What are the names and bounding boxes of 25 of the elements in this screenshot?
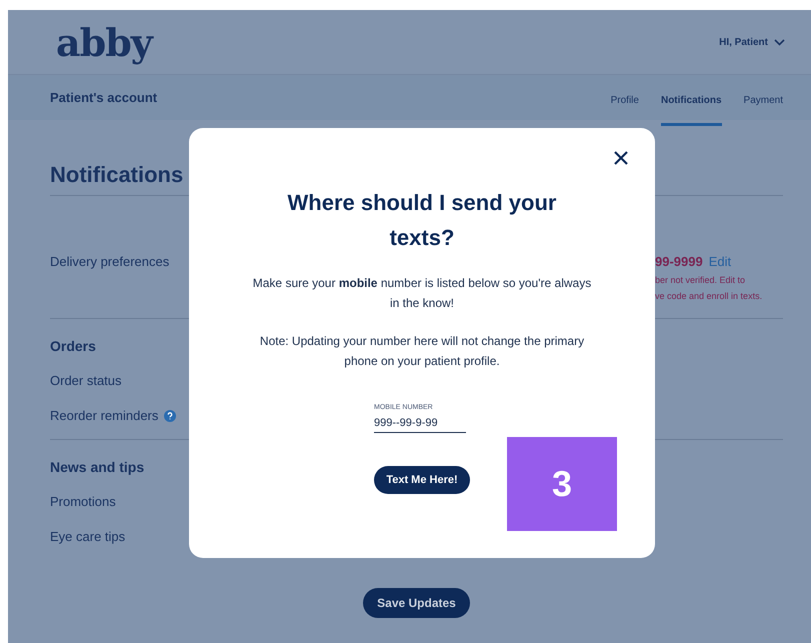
edit-link[interactable]: Edit [708,252,732,272]
phone-number: 99-9999 [655,253,703,271]
nav-tab[interactable]: Notifications [660,75,722,126]
help-icon[interactable] [164,410,176,422]
warning-text: ber not verified. Edit to [655,274,746,287]
logo: abby [56,20,152,64]
setting-label: Eye care tips [50,528,126,546]
nav-tab[interactable]: Payment [744,75,783,126]
mobile-number-field[interactable]: 999--99-9-99 [374,414,466,433]
save-button[interactable]: Save Updates [363,588,470,618]
dialog-note: Note: Updating your number here will not change the primary phone on your patient profile. [258,333,586,370]
account-title: Patient's account [50,90,158,105]
setting-label: Order status [50,372,122,390]
dialog-message: Make sure your mobile number is listed below so you're always in the know! [252,275,592,312]
setting-label: Reorder reminders [50,407,158,425]
delivery-label: Delivery preferences [50,254,170,269]
step-badge: 3 [507,437,617,531]
section-title: Orders [50,337,96,355]
text-me-button[interactable]: Text Me Here! [374,466,470,494]
chevron-down-icon [774,38,785,46]
warning-text: ve code and enroll in texts. [655,290,764,303]
setting-label: Promotions [50,493,116,511]
section-title: News and tips [50,458,144,476]
account-menu[interactable]: HI, Patient [719,36,785,48]
nav-tab[interactable]: Profile [610,75,639,126]
